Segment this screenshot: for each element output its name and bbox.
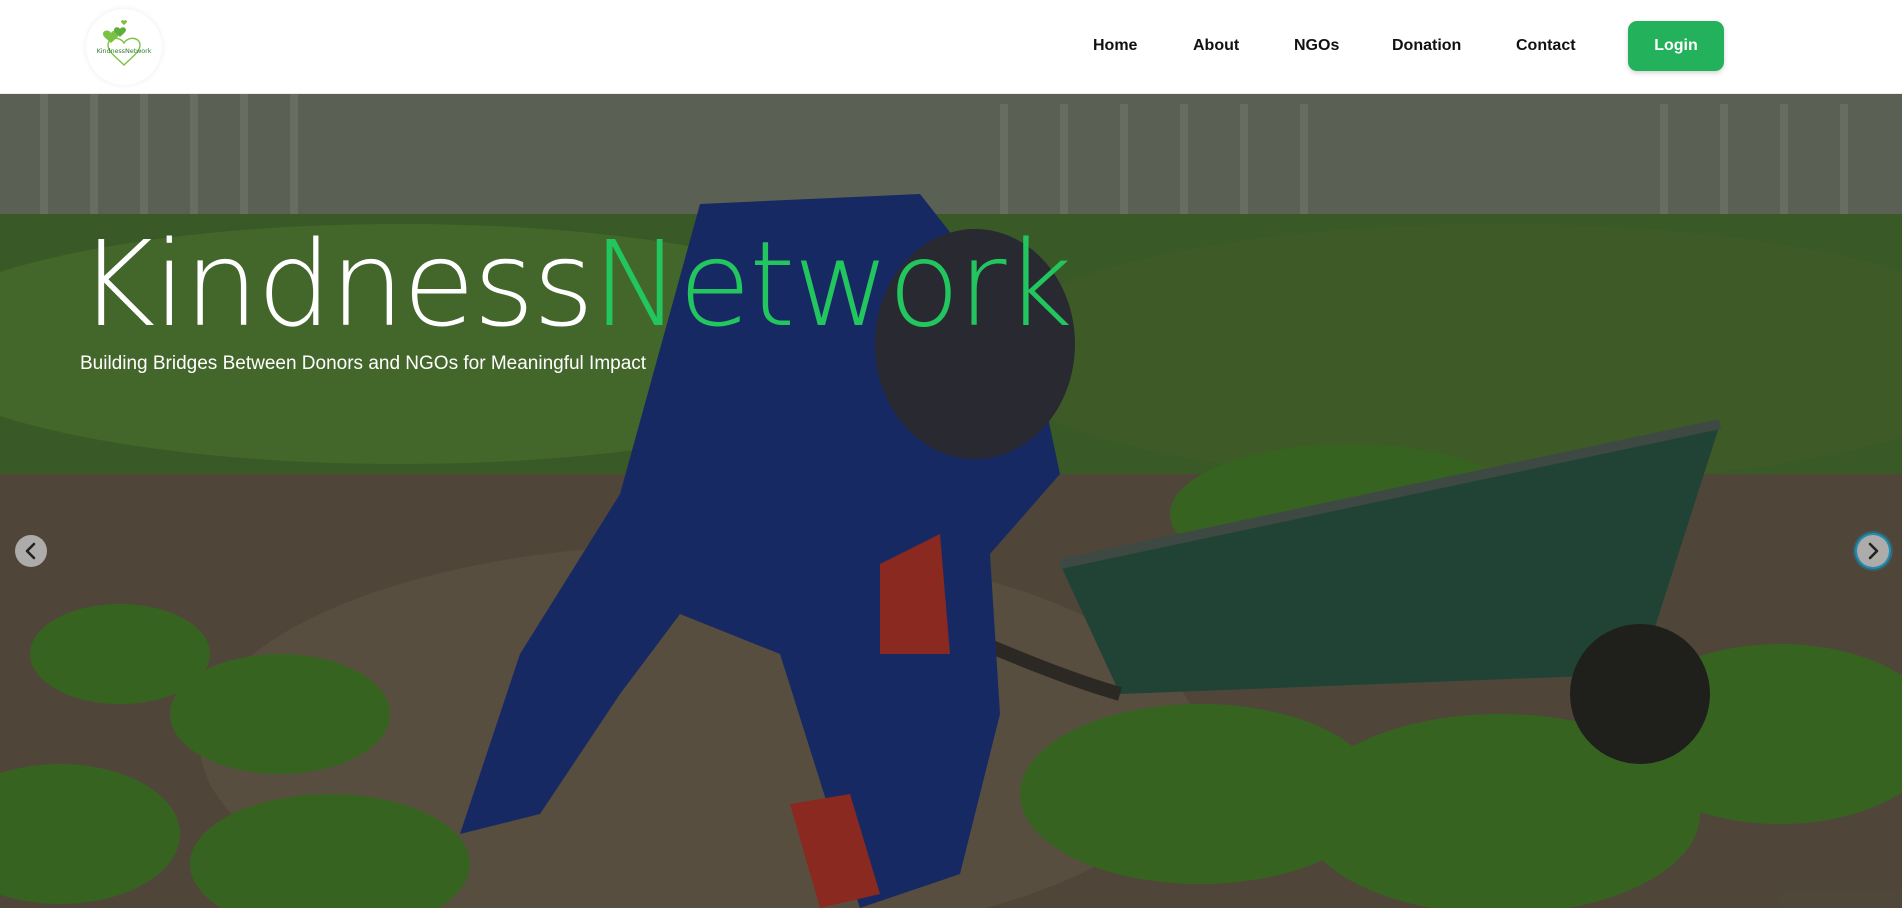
login-button[interactable]: Login bbox=[1628, 21, 1724, 71]
hero-title: KindnessNetwork bbox=[78, 225, 1073, 343]
hero-title-part2: Network bbox=[592, 215, 1073, 353]
navbar: KindnessNetwork Home About NGOs Donation… bbox=[0, 0, 1902, 94]
nav-contact[interactable]: Contact bbox=[1516, 37, 1576, 55]
logo[interactable]: KindnessNetwork bbox=[86, 9, 162, 85]
carousel-next-button[interactable] bbox=[1857, 535, 1889, 567]
hero-title-part1: Kindness bbox=[78, 215, 594, 353]
logo-text: KindnessNetwork bbox=[96, 47, 152, 55]
hero-carousel: KindnessNetwork Building Bridges Between… bbox=[0, 94, 1902, 908]
chevron-right-icon bbox=[1868, 542, 1879, 560]
hero-subtitle: Building Bridges Between Donors and NGOs… bbox=[80, 353, 647, 374]
nav-about[interactable]: About bbox=[1193, 37, 1239, 55]
nav-ngos[interactable]: NGOs bbox=[1294, 37, 1339, 55]
nav-donation[interactable]: Donation bbox=[1392, 37, 1461, 55]
nav-home[interactable]: Home bbox=[1093, 37, 1137, 55]
carousel-prev-button[interactable] bbox=[15, 535, 47, 567]
chevron-left-icon bbox=[25, 542, 36, 560]
